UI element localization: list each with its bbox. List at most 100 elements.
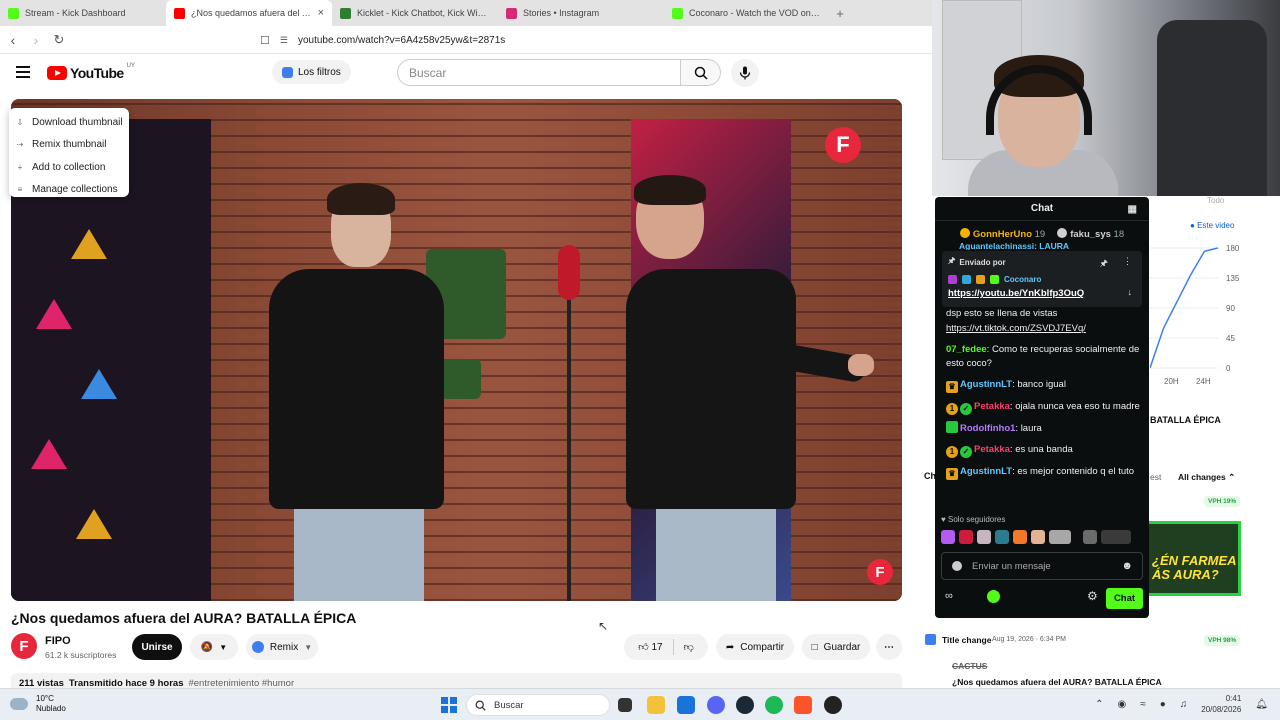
remix-button[interactable]: Remix ▼ <box>246 634 318 660</box>
save-button[interactable]: □ Guardar <box>802 634 870 660</box>
chat-username[interactable]: Petakka <box>974 444 1010 455</box>
chat-message[interactable]: ♛ AgustinnLT: es mejor contenido q el tut… <box>946 465 1143 480</box>
pinned-link[interactable]: https://youtu.be/YnKblfp3OuQ <box>948 288 1136 299</box>
arrow-down-icon[interactable]: ↓ <box>1128 287 1133 297</box>
task-view-icon[interactable] <box>618 698 632 712</box>
volume-icon[interactable]: ♫ <box>1180 699 1188 710</box>
pinned-message[interactable]: 🖈︎ Enviado por 🖈︎ ⋮ Coconaro https://you… <box>942 251 1142 307</box>
related-title[interactable]: BATALLA ÉPICA <box>1150 415 1221 425</box>
channel-corner-logo[interactable]: F <box>867 559 893 585</box>
youtube-logo[interactable]: YouTube UY <box>47 63 135 81</box>
steam-icon[interactable] <box>736 696 754 714</box>
add-icon: + <box>17 162 23 172</box>
context-menu-item[interactable]: ≡ Manage collections <box>9 179 129 202</box>
discord-icon[interactable] <box>707 696 725 714</box>
chat-message[interactable]: ♛ AgustinnLT: banco igual <box>946 378 1143 393</box>
users-icon[interactable]: ▦ <box>1128 204 1137 215</box>
context-menu-item[interactable]: ⇩ Download thumbnail <box>9 111 129 134</box>
emoji-icon[interactable]: ☻ <box>1121 560 1133 572</box>
close-tab-icon[interactable]: × <box>318 7 324 19</box>
chat-message[interactable]: dsp esto se llena de vistas https://vt.ti… <box>946 307 1143 336</box>
start-button[interactable] <box>441 697 457 713</box>
more-vertical-icon[interactable]: ⋮ <box>1123 256 1132 267</box>
chart-y-tick: 90 <box>1226 304 1235 313</box>
emote-icon[interactable] <box>1049 530 1071 544</box>
chat-message[interactable]: Rodolfinho1: laura <box>946 421 1143 437</box>
top-chatter[interactable]: faku_sys 18 <box>1057 228 1124 240</box>
network-icon[interactable]: ◉ <box>1117 699 1126 710</box>
unpin-icon[interactable]: 🖈︎ <box>1100 256 1108 272</box>
browser-tab[interactable]: Coconaro - Watch the VOD on Kick <box>664 0 830 26</box>
channel-avatar[interactable]: F <box>11 633 37 659</box>
forward-icon[interactable]: › <box>26 30 46 50</box>
windows-taskbar: 10°C Nublado Buscar ⌃ ◉ ≈ ● ♫ 0:41 20/08… <box>0 688 1280 720</box>
spotify-icon[interactable] <box>765 696 783 714</box>
new-tab-button[interactable]: + <box>830 0 850 26</box>
join-button[interactable]: Unirse <box>132 634 182 660</box>
kick-logo-icon[interactable] <box>987 590 1000 603</box>
store-icon[interactable] <box>677 696 695 714</box>
emote-icon[interactable] <box>977 530 991 544</box>
emote-icon[interactable] <box>995 530 1009 544</box>
all-changes-button[interactable]: All changes ⌃ <box>1178 472 1235 483</box>
chat-link[interactable]: https://vt.tiktok.com/ZSVDJ7EVq/ <box>946 323 1086 334</box>
notifications-icon[interactable]: 🔔︎ <box>1255 699 1268 710</box>
top-chatter[interactable]: GonnHerUno 19 <box>959 228 1045 240</box>
browser-tab[interactable]: Kicklet - Kick Chatbot, Kick Widgets <box>332 0 498 26</box>
reload-icon[interactable]: ↻ <box>49 30 69 50</box>
weather-widget[interactable]: 10°C Nublado <box>10 694 66 714</box>
search-button[interactable] <box>681 59 721 86</box>
settings-icon[interactable]: ⚙ <box>1087 589 1098 603</box>
more-actions-button[interactable]: ⋯ <box>876 634 902 660</box>
chat-username[interactable]: AgustinnLT <box>960 379 1012 390</box>
cloud-icon <box>10 698 28 710</box>
chat-send-button[interactable]: Chat <box>1106 588 1143 609</box>
voice-search-button[interactable] <box>731 59 759 87</box>
clock[interactable]: 0:41 20/08/2026 <box>1201 693 1241 715</box>
chat-message[interactable]: 07_fedee: Como te recuperas socialmente … <box>946 343 1143 372</box>
context-menu-item[interactable]: + Add to collection <box>9 156 129 179</box>
pinned-user[interactable]: Coconaro <box>1004 275 1041 284</box>
bookmark-icon[interactable]: ☐ <box>260 34 270 47</box>
search-input[interactable]: Buscar <box>397 59 681 86</box>
browser-tab[interactable]: Stream - Kick Dashboard <box>0 0 166 26</box>
emote-icon[interactable] <box>959 530 973 544</box>
dislike-button[interactable]: 👎︎ <box>684 641 694 653</box>
brave-browser-icon[interactable] <box>794 696 812 714</box>
chat-message[interactable]: 1 ✓ Petakka: es una banda <box>946 443 1143 458</box>
chat-message[interactable]: 1 ✓ Petakka: ojala nunca vea eso tu madre <box>946 400 1143 415</box>
chevron-up-icon[interactable]: ⌃ <box>1095 699 1103 710</box>
hashtags[interactable]: #entretenimiento #humor <box>188 678 294 689</box>
emote-icon[interactable] <box>1031 530 1045 544</box>
chat-username[interactable]: AgustinnLT <box>960 466 1012 477</box>
wifi-icon[interactable]: ≈ <box>1140 699 1146 710</box>
video-thumbnail-card[interactable]: ¿ÉN FARMEA ÁS AURA? <box>1143 521 1241 596</box>
context-menu-item[interactable]: ⇢ Remix thumbnail <box>9 134 129 157</box>
taskbar-search[interactable]: Buscar <box>466 694 610 716</box>
channel-name[interactable]: FIPO <box>45 635 71 647</box>
browser-tab[interactable]: Stories • Instagram <box>498 0 664 26</box>
emote-icon[interactable] <box>1013 530 1027 544</box>
url-field[interactable]: youtube.com/watch?v=6A4z58v25yw&t=2871s <box>298 35 505 46</box>
filters-button[interactable]: Los filtros <box>272 60 351 84</box>
video-player[interactable]: F F <box>11 99 902 601</box>
obs-icon[interactable] <box>824 696 842 714</box>
chat-username[interactable]: Rodolfinho1 <box>960 423 1015 434</box>
notifications-button[interactable]: 🔕 ▼ <box>190 634 238 660</box>
file-explorer-icon[interactable] <box>647 696 665 714</box>
share-button[interactable]: ➦ Compartir <box>716 634 794 660</box>
emote-icon[interactable] <box>1083 530 1097 544</box>
period-all[interactable]: Todo <box>1207 196 1224 205</box>
chat-username[interactable]: Petakka <box>974 401 1010 412</box>
menu-icon[interactable] <box>16 66 30 78</box>
back-icon[interactable]: ‹ <box>3 30 23 50</box>
browser-tab[interactable]: ¿Nos quedamos afuera del AURA? × <box>166 0 332 26</box>
like-button[interactable]: 👍︎ 17 <box>638 641 662 653</box>
microphone-icon[interactable]: ● <box>1160 699 1166 710</box>
chat-message-input[interactable]: Enviar un mensaje ☻ <box>941 552 1143 580</box>
chat-username[interactable]: 07_fedee <box>946 344 987 355</box>
site-info-icon[interactable]: ☰ <box>280 35 288 46</box>
emote-icon[interactable] <box>1101 530 1131 544</box>
emote-icon[interactable] <box>941 530 955 544</box>
moderation-icon[interactable]: ∞ <box>945 590 953 602</box>
